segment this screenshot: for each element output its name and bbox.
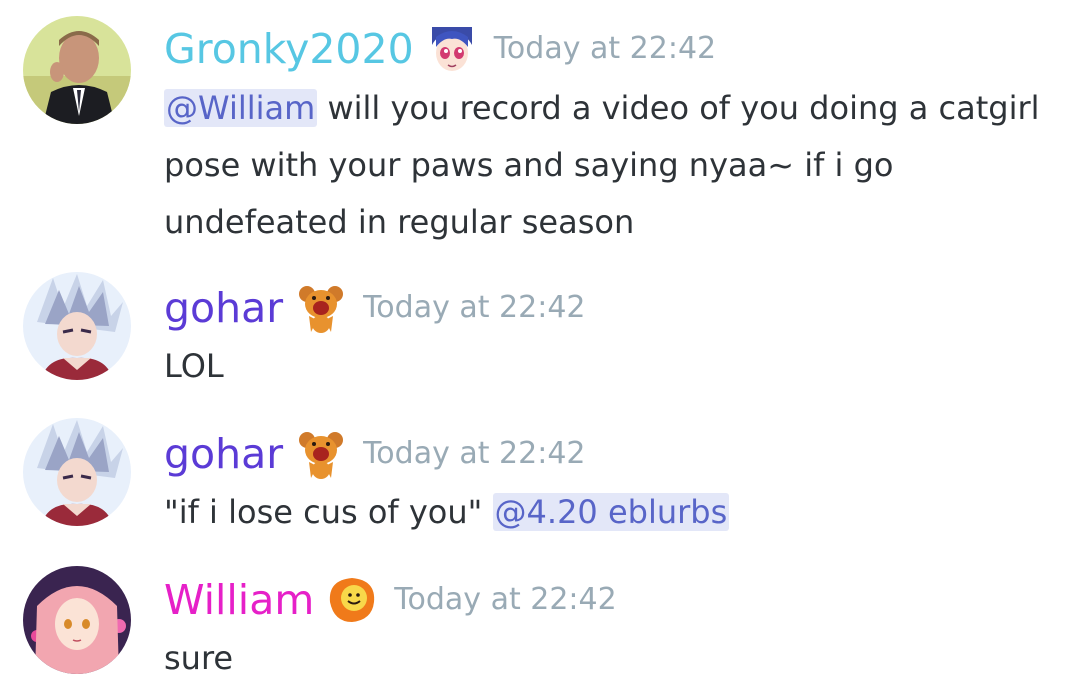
teddy-bear-emoji-icon [295,282,347,334]
smiley-blob-emoji-icon [326,574,378,626]
teddy-bear-emoji-icon [295,428,347,480]
anime-girl-emoji-icon [426,23,478,75]
username[interactable]: William [164,575,314,625]
message-content: LOL [164,338,1064,395]
message-content: @William will you record a video of you … [164,80,1064,251]
timestamp[interactable]: Today at 22:42 [363,429,585,479]
avatar[interactable] [23,16,131,124]
timestamp[interactable]: Today at 22:42 [394,575,616,625]
username[interactable]: Gronky2020 [164,24,414,74]
timestamp[interactable]: Today at 22:42 [494,24,716,74]
avatar[interactable] [23,418,131,526]
message-content: "if i lose cus of you" @4.20 eblurbs [164,484,1064,541]
username[interactable]: gohar [164,429,283,479]
user-mention[interactable]: @4.20 eblurbs [492,493,730,531]
username[interactable]: gohar [164,283,283,333]
message-text: sure [164,639,234,677]
timestamp[interactable]: Today at 22:42 [363,283,585,333]
message-text: "if i lose cus of you" [164,493,493,531]
avatar[interactable] [23,272,131,380]
user-mention[interactable]: @William [164,89,318,127]
avatar[interactable] [23,566,131,674]
message-text: LOL [164,347,224,385]
message-content: sure [164,630,1064,687]
